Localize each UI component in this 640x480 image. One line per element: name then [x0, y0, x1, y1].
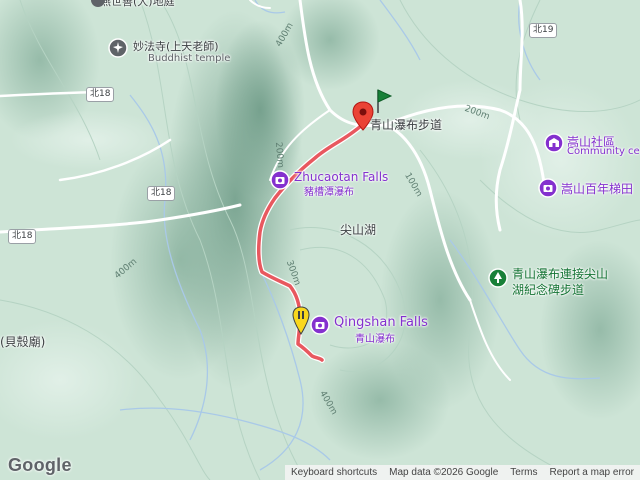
road-shield-bei18: 北18: [8, 229, 37, 244]
beike-temple-label[interactable]: (貝殼廟): [0, 333, 45, 350]
road-shield-bei18: 北18: [86, 87, 115, 102]
temple-icon[interactable]: [108, 38, 128, 58]
google-logo: Google: [8, 455, 72, 475]
tree-icon[interactable]: [488, 268, 508, 288]
terrain-layer: [0, 0, 640, 480]
report-error-link[interactable]: Report a map error: [544, 467, 640, 478]
qingshan-falls-zh-label: 青山瀑布: [355, 334, 395, 345]
connect-trail-label-2: 湖紀念碑步道: [512, 283, 585, 297]
camera-icon[interactable]: [538, 178, 558, 198]
map-canvas[interactable]: 燕世善(大)地庭 妙法寺(上天老師) Buddhist temple 北18 北…: [0, 0, 640, 480]
qingshan-falls-label[interactable]: Qingshan Falls: [334, 315, 428, 330]
camera-icon[interactable]: [310, 315, 330, 335]
keyboard-shortcuts-link[interactable]: Keyboard shortcuts: [285, 467, 383, 478]
map-pin-icon[interactable]: [292, 306, 310, 336]
camera-icon: [91, 0, 105, 7]
terms-link[interactable]: Terms: [504, 467, 543, 478]
poi-label-top: 燕世善(大)地庭: [100, 0, 175, 8]
contour-label: 200m: [272, 141, 286, 169]
song-terraces-label[interactable]: 嵩山百年梯田: [561, 180, 633, 197]
building-icon[interactable]: [544, 133, 564, 153]
road-shield-bei18: 北18: [147, 186, 176, 201]
map-data-text: Map data ©2026 Google: [389, 467, 499, 478]
buddhist-temple-label: Buddhist temple: [148, 53, 231, 64]
road-shield-bei19: 北19: [529, 23, 558, 38]
camera-icon[interactable]: [270, 170, 290, 190]
attribution-bar: Keyboard shortcuts Map data ©2026 Google…: [284, 465, 640, 480]
miaofa-temple-label[interactable]: 妙法寺(上天老師): [133, 38, 219, 54]
community-center-label: Community ce: [567, 146, 640, 157]
qingshan-trail-label[interactable]: 青山瀑布步道: [370, 116, 442, 133]
connect-trail-label-1[interactable]: 青山瀑布連接尖山: [512, 266, 608, 282]
zhucaotan-falls-zh-label: 豬槽潭瀑布: [304, 187, 354, 198]
jianshan-lake-label: 尖山湖: [340, 223, 377, 237]
flag-icon[interactable]: [374, 88, 394, 114]
zhucaotan-falls-label[interactable]: Zhucaotan Falls: [294, 170, 388, 184]
